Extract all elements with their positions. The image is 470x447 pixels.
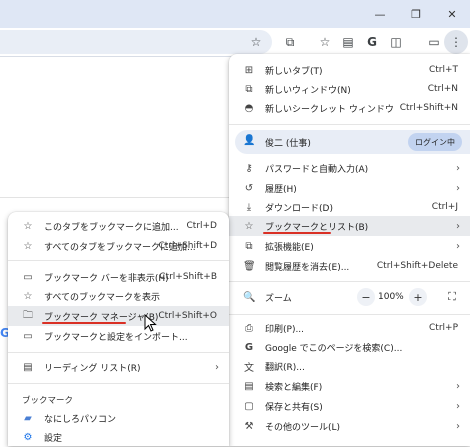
- bookmark-bar-icon: ▭: [23, 271, 33, 283]
- separator: [8, 260, 229, 261]
- new-tab-icon: ⊞: [244, 64, 254, 76]
- window-controls: — ❐ ✕: [362, 0, 470, 28]
- extensions-icon: ⧉: [245, 240, 253, 252]
- reading-list-icon: ▤: [23, 361, 33, 373]
- chevron-right-icon: ›: [456, 400, 460, 412]
- incognito-icon: ◓: [244, 102, 254, 114]
- chevron-right-icon: ›: [456, 220, 460, 232]
- profile-row[interactable]: 👤 俊二 (仕事) ログイン中: [235, 130, 470, 154]
- submenu-hide-bar[interactable]: ▭ ブックマーク バーを非表示(H) Ctrl+Shift+B: [8, 267, 229, 287]
- divider: [0, 197, 230, 198]
- close-button[interactable]: ✕: [434, 0, 470, 28]
- chevron-right-icon: ›: [456, 380, 460, 392]
- red-underline: [263, 232, 331, 234]
- google-icon: G: [244, 341, 254, 353]
- reading-list-icon[interactable]: ▤: [339, 33, 357, 51]
- toolbox-icon: ⚒: [244, 420, 254, 432]
- title-bar: — ❐ ✕: [0, 0, 470, 28]
- browser-toolbar: ☆ ⧉ ☆ ▤ G ◫ ▭ ⋮: [0, 28, 470, 57]
- signed-in-badge[interactable]: ログイン中: [408, 133, 462, 151]
- red-underline: [42, 322, 126, 324]
- menu-new-tab[interactable]: ⊞ 新しいタブ(T) Ctrl+T: [229, 60, 470, 80]
- menu-extensions[interactable]: ⧉ 拡張機能(E) ›: [229, 236, 470, 256]
- star-icon: ☆: [244, 220, 254, 232]
- folder-icon: 🗀: [23, 309, 33, 321]
- separator: [8, 352, 229, 353]
- zoom-in-button[interactable]: +: [409, 288, 427, 306]
- address-bar[interactable]: [0, 30, 272, 54]
- folder-icon: ▰: [24, 412, 32, 424]
- submenu-bookmark-tab[interactable]: ☆ このタブをブックマークに追加... Ctrl+D: [8, 216, 229, 236]
- submenu-import[interactable]: ▭ ブックマークと設定をインポート...: [8, 326, 229, 346]
- chevron-right-icon: ›: [456, 182, 460, 194]
- menu-passwords[interactable]: ⚷ パスワードと自動入力(A) ›: [229, 158, 470, 178]
- star-icon: ☆: [23, 220, 33, 232]
- save-share-icon: ▢: [244, 400, 254, 412]
- device-icon[interactable]: ▭: [425, 33, 443, 51]
- menu-clear-data[interactable]: 🗑 閲覧履歴を消去(E)... Ctrl+Shift+Delete: [229, 256, 470, 276]
- find-edit-icon: ▤: [244, 380, 254, 392]
- submenu-reading-list[interactable]: ▤ リーディング リスト(R) ›: [8, 357, 229, 377]
- menu-more-tools[interactable]: ⚒ その他のツール(L) ›: [229, 416, 470, 436]
- translate-icon: 文: [244, 362, 254, 374]
- menu-icon[interactable]: ⋮: [444, 30, 468, 54]
- google-icon[interactable]: G: [363, 33, 381, 51]
- zoom-out-button[interactable]: −: [357, 288, 375, 306]
- submenu-settings[interactable]: ⚙ 設定: [8, 427, 229, 447]
- gear-icon: ⚙: [23, 431, 33, 443]
- import-icon: ▭: [23, 330, 33, 342]
- menu-print[interactable]: ⎙ 印刷(P)... Ctrl+P: [229, 318, 470, 338]
- bookmarks-submenu: ☆ このタブをブックマークに追加... Ctrl+D ☆ すべてのタブをブックマ…: [8, 212, 229, 446]
- restore-button[interactable]: ❐: [398, 0, 434, 28]
- submenu-show-all[interactable]: ☆ すべてのブックマークを表示: [8, 286, 229, 306]
- bookmarks-section-title: ブックマーク: [22, 396, 74, 406]
- menu-incognito[interactable]: ◓ 新しいシークレット ウィンドウ Ctrl+Shift+N: [229, 98, 470, 118]
- minimize-button[interactable]: —: [362, 0, 398, 28]
- menu-save-share[interactable]: ▢ 保存と共有(S) ›: [229, 396, 470, 416]
- menu-history[interactable]: ↺ 履歴(H) ›: [229, 178, 470, 198]
- submenu-bookmark-folder[interactable]: ▰ なにしろパソコン: [8, 408, 229, 428]
- history-icon: ↺: [244, 182, 254, 194]
- star-icon[interactable]: ☆: [247, 33, 265, 51]
- separator: [229, 281, 470, 282]
- print-icon: ⎙: [245, 322, 253, 334]
- separator: [8, 383, 229, 384]
- chevron-right-icon: ›: [456, 420, 460, 432]
- menu-new-window[interactable]: ⧉ 新しいウィンドウ(N) Ctrl+N: [229, 79, 470, 99]
- bookmark-star-icon[interactable]: ☆: [316, 33, 334, 51]
- chevron-right-icon: ›: [215, 361, 219, 373]
- trash-icon: 🗑: [243, 260, 256, 272]
- download-icon: ⤓: [246, 201, 252, 213]
- mouse-cursor-icon: [144, 314, 157, 332]
- menu-translate[interactable]: 文 翻訳(R)...: [229, 356, 470, 376]
- star-icon: ☆: [23, 290, 33, 302]
- separator: [229, 314, 470, 315]
- menu-zoom: 🔍 ズーム − 100% + ⛶: [229, 287, 470, 307]
- chrome-main-menu: ⊞ 新しいタブ(T) Ctrl+T ⧉ 新しいウィンドウ(N) Ctrl+N ◓…: [229, 54, 470, 446]
- extensions-icon[interactable]: ⧉: [281, 33, 299, 51]
- side-panel-icon[interactable]: ◫: [387, 33, 405, 51]
- chevron-right-icon: ›: [456, 240, 460, 252]
- menu-downloads[interactable]: ⤓ ダウンロード(D) Ctrl+J: [229, 197, 470, 217]
- submenu-bookmark-all[interactable]: ☆ すべてのタブをブックマークに追加... Ctrl+Shift+D: [8, 236, 229, 256]
- key-icon: ⚷: [245, 162, 253, 174]
- chevron-right-icon: ›: [456, 162, 460, 174]
- menu-search-page[interactable]: G Google でこのページを検索(C)...: [229, 337, 470, 357]
- menu-find-edit[interactable]: ▤ 検索と編集(F) ›: [229, 376, 470, 396]
- zoom-level: 100%: [378, 292, 404, 302]
- zoom-icon: 🔍: [243, 291, 256, 303]
- profile-icon: 👤: [243, 135, 256, 146]
- new-window-icon: ⧉: [245, 83, 253, 95]
- star-icon: ☆: [23, 240, 33, 252]
- fullscreen-icon[interactable]: ⛶: [443, 288, 461, 306]
- separator: [229, 124, 470, 125]
